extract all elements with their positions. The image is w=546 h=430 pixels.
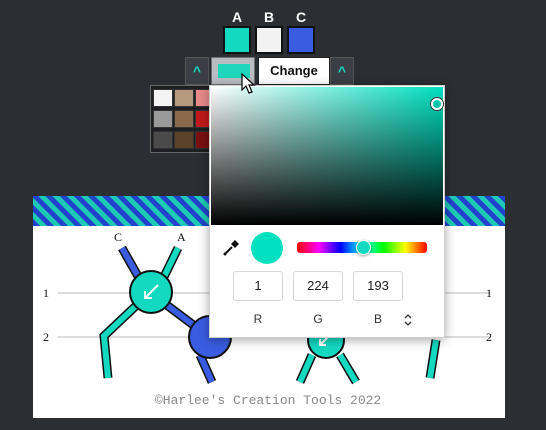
row-number-right: 2	[486, 330, 492, 344]
green-input[interactable]: 224	[293, 271, 343, 301]
green-label: G	[313, 312, 323, 326]
red-label: R	[253, 312, 263, 326]
strand-label-a: A	[177, 230, 186, 244]
row-number-left: 2	[43, 330, 49, 344]
row-number-left: 1	[43, 286, 49, 300]
color-preview-circle	[251, 232, 283, 264]
hue-slider-handle[interactable]	[356, 240, 371, 255]
row-number-right: 1	[486, 286, 492, 300]
strand-a	[337, 353, 359, 384]
blue-label: B	[373, 312, 382, 326]
color-picker-popup: 1 224 193 R G B	[209, 85, 445, 338]
blue-input[interactable]: 193	[353, 271, 403, 301]
mouse-cursor-icon	[241, 73, 256, 94]
sv-handle[interactable]	[431, 98, 443, 110]
strand-label-c: C	[114, 230, 123, 244]
copyright-text: ©Harlee's Creation Tools 2022	[155, 393, 382, 408]
saturation-value-area[interactable]	[211, 87, 443, 225]
eyedropper-icon[interactable]	[222, 239, 240, 257]
red-input[interactable]: 1	[233, 271, 283, 301]
format-toggle-icon[interactable]	[404, 314, 412, 326]
